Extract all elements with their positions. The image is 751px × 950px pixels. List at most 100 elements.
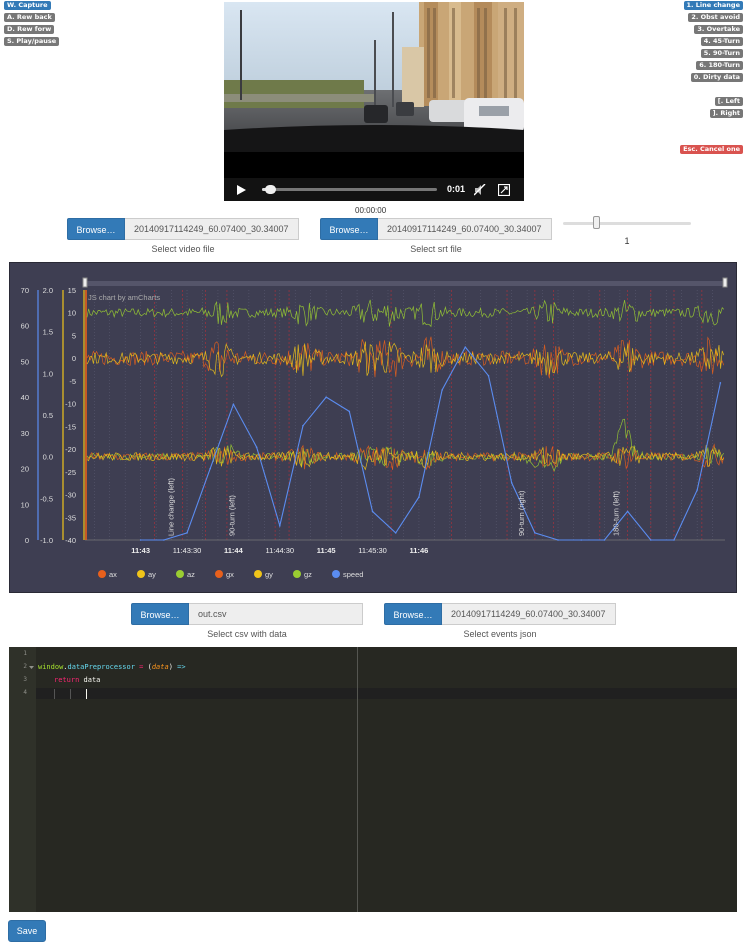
code-editor[interactable]: 1 2 3 4 window.dataPreprocessor = (data)… xyxy=(9,647,737,912)
speed-point xyxy=(673,539,675,541)
speed-point xyxy=(186,532,188,534)
legend-label: ax xyxy=(109,570,117,579)
accel-tick-label: -15 xyxy=(65,422,76,431)
shortcut-right: ]. Right xyxy=(709,109,743,118)
save-button[interactable]: Save xyxy=(8,920,46,942)
legend-label: gx xyxy=(226,570,234,579)
code-token: window xyxy=(38,663,64,671)
legend-marker xyxy=(215,570,223,578)
speed-point xyxy=(278,524,281,527)
shortcut-45-turn: 4. 45-Turn xyxy=(700,37,743,46)
speed-point xyxy=(603,539,606,541)
csv-filename-field[interactable]: out.csv xyxy=(189,603,363,625)
shortcut-overtake: 3. Overtake xyxy=(694,25,743,34)
video-browse-button[interactable]: Browse… xyxy=(67,218,125,240)
event-label: 90-turn (right) xyxy=(517,490,526,536)
srt-file-caption: Select srt file xyxy=(410,244,462,254)
accel-tick-label: 15 xyxy=(68,286,76,295)
speed-point xyxy=(232,403,235,406)
x-tick-label: 11:43 xyxy=(131,546,150,555)
event-label: 90-turn (left) xyxy=(228,495,237,536)
editor-gutter: 1 2 3 4 xyxy=(9,647,36,912)
seekbar-thumb[interactable] xyxy=(265,185,277,194)
shortcut-90-turn: 5. 90-Turn xyxy=(700,49,743,58)
events-file-input[interactable]: Browse… 20140917114249_60.07400_30.34007 xyxy=(384,603,616,625)
video-filename-field[interactable]: 20140917114249_60.07400_30.34007 xyxy=(125,218,299,240)
srt-browse-button[interactable]: Browse… xyxy=(320,218,378,240)
events-filename-field[interactable]: 20140917114249_60.07400_30.34007 xyxy=(442,603,616,625)
srt-file-input[interactable]: Browse… 20140917114249_60.07400_30.34007 xyxy=(320,218,552,240)
chart-canvas[interactable]: 7060504030201002.01.51.00.50.0-0.5-1.015… xyxy=(10,263,736,592)
speed-point xyxy=(719,382,722,384)
speed-tick-label: 40 xyxy=(21,393,29,402)
mute-icon[interactable] xyxy=(474,184,486,196)
indent-guide xyxy=(54,689,55,699)
shortcut-obst-avoid: 2. Obst avoid xyxy=(688,13,743,22)
csv-file-caption: Select csv with data xyxy=(207,629,287,639)
x-tick-label: 11:45:30 xyxy=(358,546,387,555)
gyro-tick-label: 0.0 xyxy=(43,453,53,462)
code-token: return xyxy=(54,676,80,684)
speed-tick-label: 20 xyxy=(21,465,29,474)
speed-point xyxy=(510,482,513,484)
speed-tick-label: 30 xyxy=(21,429,29,438)
chart-scrollbar xyxy=(85,281,725,286)
line-number: 1 xyxy=(23,650,27,657)
speed-point xyxy=(626,510,629,513)
play-icon[interactable] xyxy=(235,184,247,196)
speed-point xyxy=(255,446,258,448)
code-line-3[interactable]: return data xyxy=(54,676,100,684)
speed-tick-label: 60 xyxy=(21,322,29,331)
slider-thumb[interactable] xyxy=(593,216,601,229)
shortcut-left: [. Left xyxy=(714,97,743,106)
line-number: 4 xyxy=(23,689,27,696)
sensor-chart[interactable]: 70 60 50 40 30 20 10 0 2.0 1.5 1.0 0.5 0.0 -0.5 -1.0 15… xyxy=(9,262,737,593)
events-file-caption: Select events json xyxy=(463,629,537,639)
speed-point xyxy=(534,532,536,534)
code-line-2[interactable]: window.dataPreprocessor = (data) => xyxy=(38,663,186,671)
speed-point xyxy=(348,410,351,413)
shortcut-dirty-data: 0. Dirty data xyxy=(690,73,743,82)
video-timestamp: 00:00:00 xyxy=(355,206,387,215)
video-file-caption: Select video file xyxy=(151,244,215,254)
video-file-input[interactable]: Browse… 20140917114249_60.07400_30.34007 xyxy=(67,218,299,240)
accel-tick-label: -35 xyxy=(65,513,76,522)
shortcut-rew-back: A. Rew back xyxy=(4,13,55,22)
legend-marker xyxy=(332,570,340,578)
video-seekbar[interactable] xyxy=(262,185,437,194)
code-token: = xyxy=(134,663,148,671)
speed-point xyxy=(371,510,374,513)
csv-file-input[interactable]: Browse… out.csv xyxy=(131,603,363,625)
speed-tick-label: 50 xyxy=(21,357,29,366)
accel-tick-label: -20 xyxy=(65,445,76,454)
csv-browse-button[interactable]: Browse… xyxy=(131,603,189,625)
legend-marker xyxy=(293,570,301,578)
line-number: 3 xyxy=(23,676,27,683)
shortcut-capture: W. Capture xyxy=(4,1,51,10)
scrollbar-handle-left xyxy=(82,277,88,288)
x-tick-label: 11:43:30 xyxy=(173,546,202,555)
speed-point xyxy=(649,539,652,541)
legend-label: speed xyxy=(343,570,363,579)
playback-speed-value: 1 xyxy=(624,236,630,246)
legend-marker xyxy=(176,570,184,578)
speed-tick-label: 10 xyxy=(21,500,29,509)
speed-point xyxy=(557,539,559,541)
gyro-tick-label: 0.5 xyxy=(43,411,53,420)
fold-arrow-icon[interactable] xyxy=(29,665,34,670)
legend-label: gz xyxy=(304,570,312,579)
accel-tick-label: -30 xyxy=(65,491,76,500)
playback-speed-slider[interactable] xyxy=(563,216,691,229)
events-browse-button[interactable]: Browse… xyxy=(384,603,442,625)
video-player[interactable]: 0:01 xyxy=(224,2,524,201)
legend-marker xyxy=(137,570,145,578)
shortcut-rew-forw: D. Rew forw xyxy=(4,25,55,34)
speed-point xyxy=(394,532,397,534)
accel-tick-label: 0 xyxy=(72,354,76,363)
fullscreen-icon[interactable] xyxy=(498,184,510,196)
legend-marker xyxy=(98,570,106,578)
legend-marker xyxy=(254,570,262,578)
srt-filename-field[interactable]: 20140917114249_60.07400_30.34007 xyxy=(378,218,552,240)
speed-point xyxy=(696,489,698,491)
shortcut-cancel-one: Esc. Cancel one xyxy=(680,145,743,154)
